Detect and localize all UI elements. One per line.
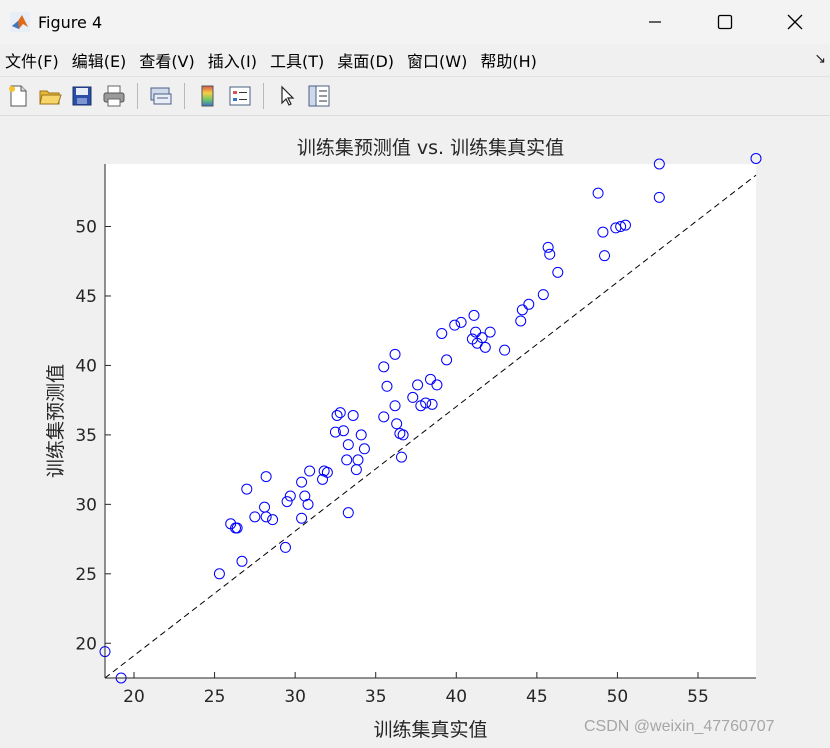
menu-window[interactable]: 窗口(W) (402, 48, 475, 72)
y-tick-label: 30 (75, 495, 97, 515)
colorbar-button[interactable] (194, 82, 222, 110)
matlab-logo-icon (10, 12, 30, 32)
dock-arrow-icon[interactable]: ↘ (814, 51, 826, 67)
minimize-icon (649, 21, 661, 23)
axes-background (105, 164, 756, 678)
new-figure-button[interactable] (4, 82, 32, 110)
menu-desktop[interactable]: 桌面(D) (332, 48, 402, 72)
x-tick-label: 35 (365, 687, 387, 707)
scatter-plot[interactable]: 20 25 30 35 40 45 50 55 20 25 30 35 40 45 50 训练集预测值 v… (0, 116, 830, 748)
x-tick-label: 55 (687, 687, 709, 707)
pointer-button[interactable] (273, 82, 301, 110)
figure-toolbar (0, 77, 830, 116)
save-icon (72, 86, 92, 106)
close-icon (787, 14, 803, 30)
colorbar-icon (201, 85, 214, 107)
menu-view[interactable]: 查看(V) (134, 48, 202, 72)
x-tick-label: 45 (526, 687, 548, 707)
y-tick-label: 40 (75, 356, 97, 376)
legend-button[interactable] (226, 82, 254, 110)
toolbar-separator (263, 83, 264, 109)
menu-bar: 文件(F) 编辑(E) 查看(V) 插入(I) 工具(T) 桌面(D) 窗口(W… (0, 44, 830, 77)
x-tick-label: 50 (607, 687, 629, 707)
menu-insert[interactable]: 插入(I) (203, 48, 265, 72)
print-icon (103, 85, 125, 107)
open-file-icon (39, 90, 62, 105)
x-tick-label: 20 (123, 687, 145, 707)
menu-edit[interactable]: 编辑(E) (67, 48, 135, 72)
pointer-icon (281, 85, 295, 106)
new-figure-icon (9, 85, 27, 107)
watermark: CSDN @weixin_47760707 (584, 718, 775, 735)
y-tick-label: 25 (75, 565, 97, 585)
maximize-icon (717, 14, 733, 30)
link-plot-icon (150, 87, 172, 105)
x-tick-label: 25 (204, 687, 226, 707)
x-axis-label: 训练集真实值 (373, 719, 487, 741)
minimize-button[interactable] (620, 0, 690, 44)
window-title: Figure 4 (38, 12, 103, 32)
print-button[interactable] (100, 82, 128, 110)
close-button[interactable] (760, 0, 830, 44)
link-plot-button[interactable] (147, 82, 175, 110)
chart-title: 训练集预测值 vs. 训练集真实值 (297, 137, 564, 159)
toolbar-separator (184, 83, 185, 109)
y-tick-label: 20 (75, 634, 97, 654)
y-tick-label: 50 (75, 218, 97, 238)
maximize-button[interactable] (690, 0, 760, 44)
y-tick-label: 35 (75, 426, 97, 446)
property-inspector-button[interactable] (305, 82, 333, 110)
x-tick-label: 40 (445, 687, 467, 707)
y-axis-label: 训练集预测值 (45, 364, 67, 478)
menu-tools[interactable]: 工具(T) (265, 48, 332, 72)
menu-file[interactable]: 文件(F) (0, 48, 67, 72)
open-file-button[interactable] (36, 82, 64, 110)
property-inspector-icon (308, 85, 330, 107)
toolbar-separator (137, 83, 138, 109)
save-button[interactable] (68, 82, 96, 110)
window-title-bar: Figure 4 (0, 0, 830, 44)
y-tick-label: 45 (75, 287, 97, 307)
legend-icon (229, 86, 251, 106)
x-tick-label: 30 (284, 687, 306, 707)
data-point (750, 152, 762, 164)
menu-help[interactable]: 帮助(H) (475, 48, 545, 72)
